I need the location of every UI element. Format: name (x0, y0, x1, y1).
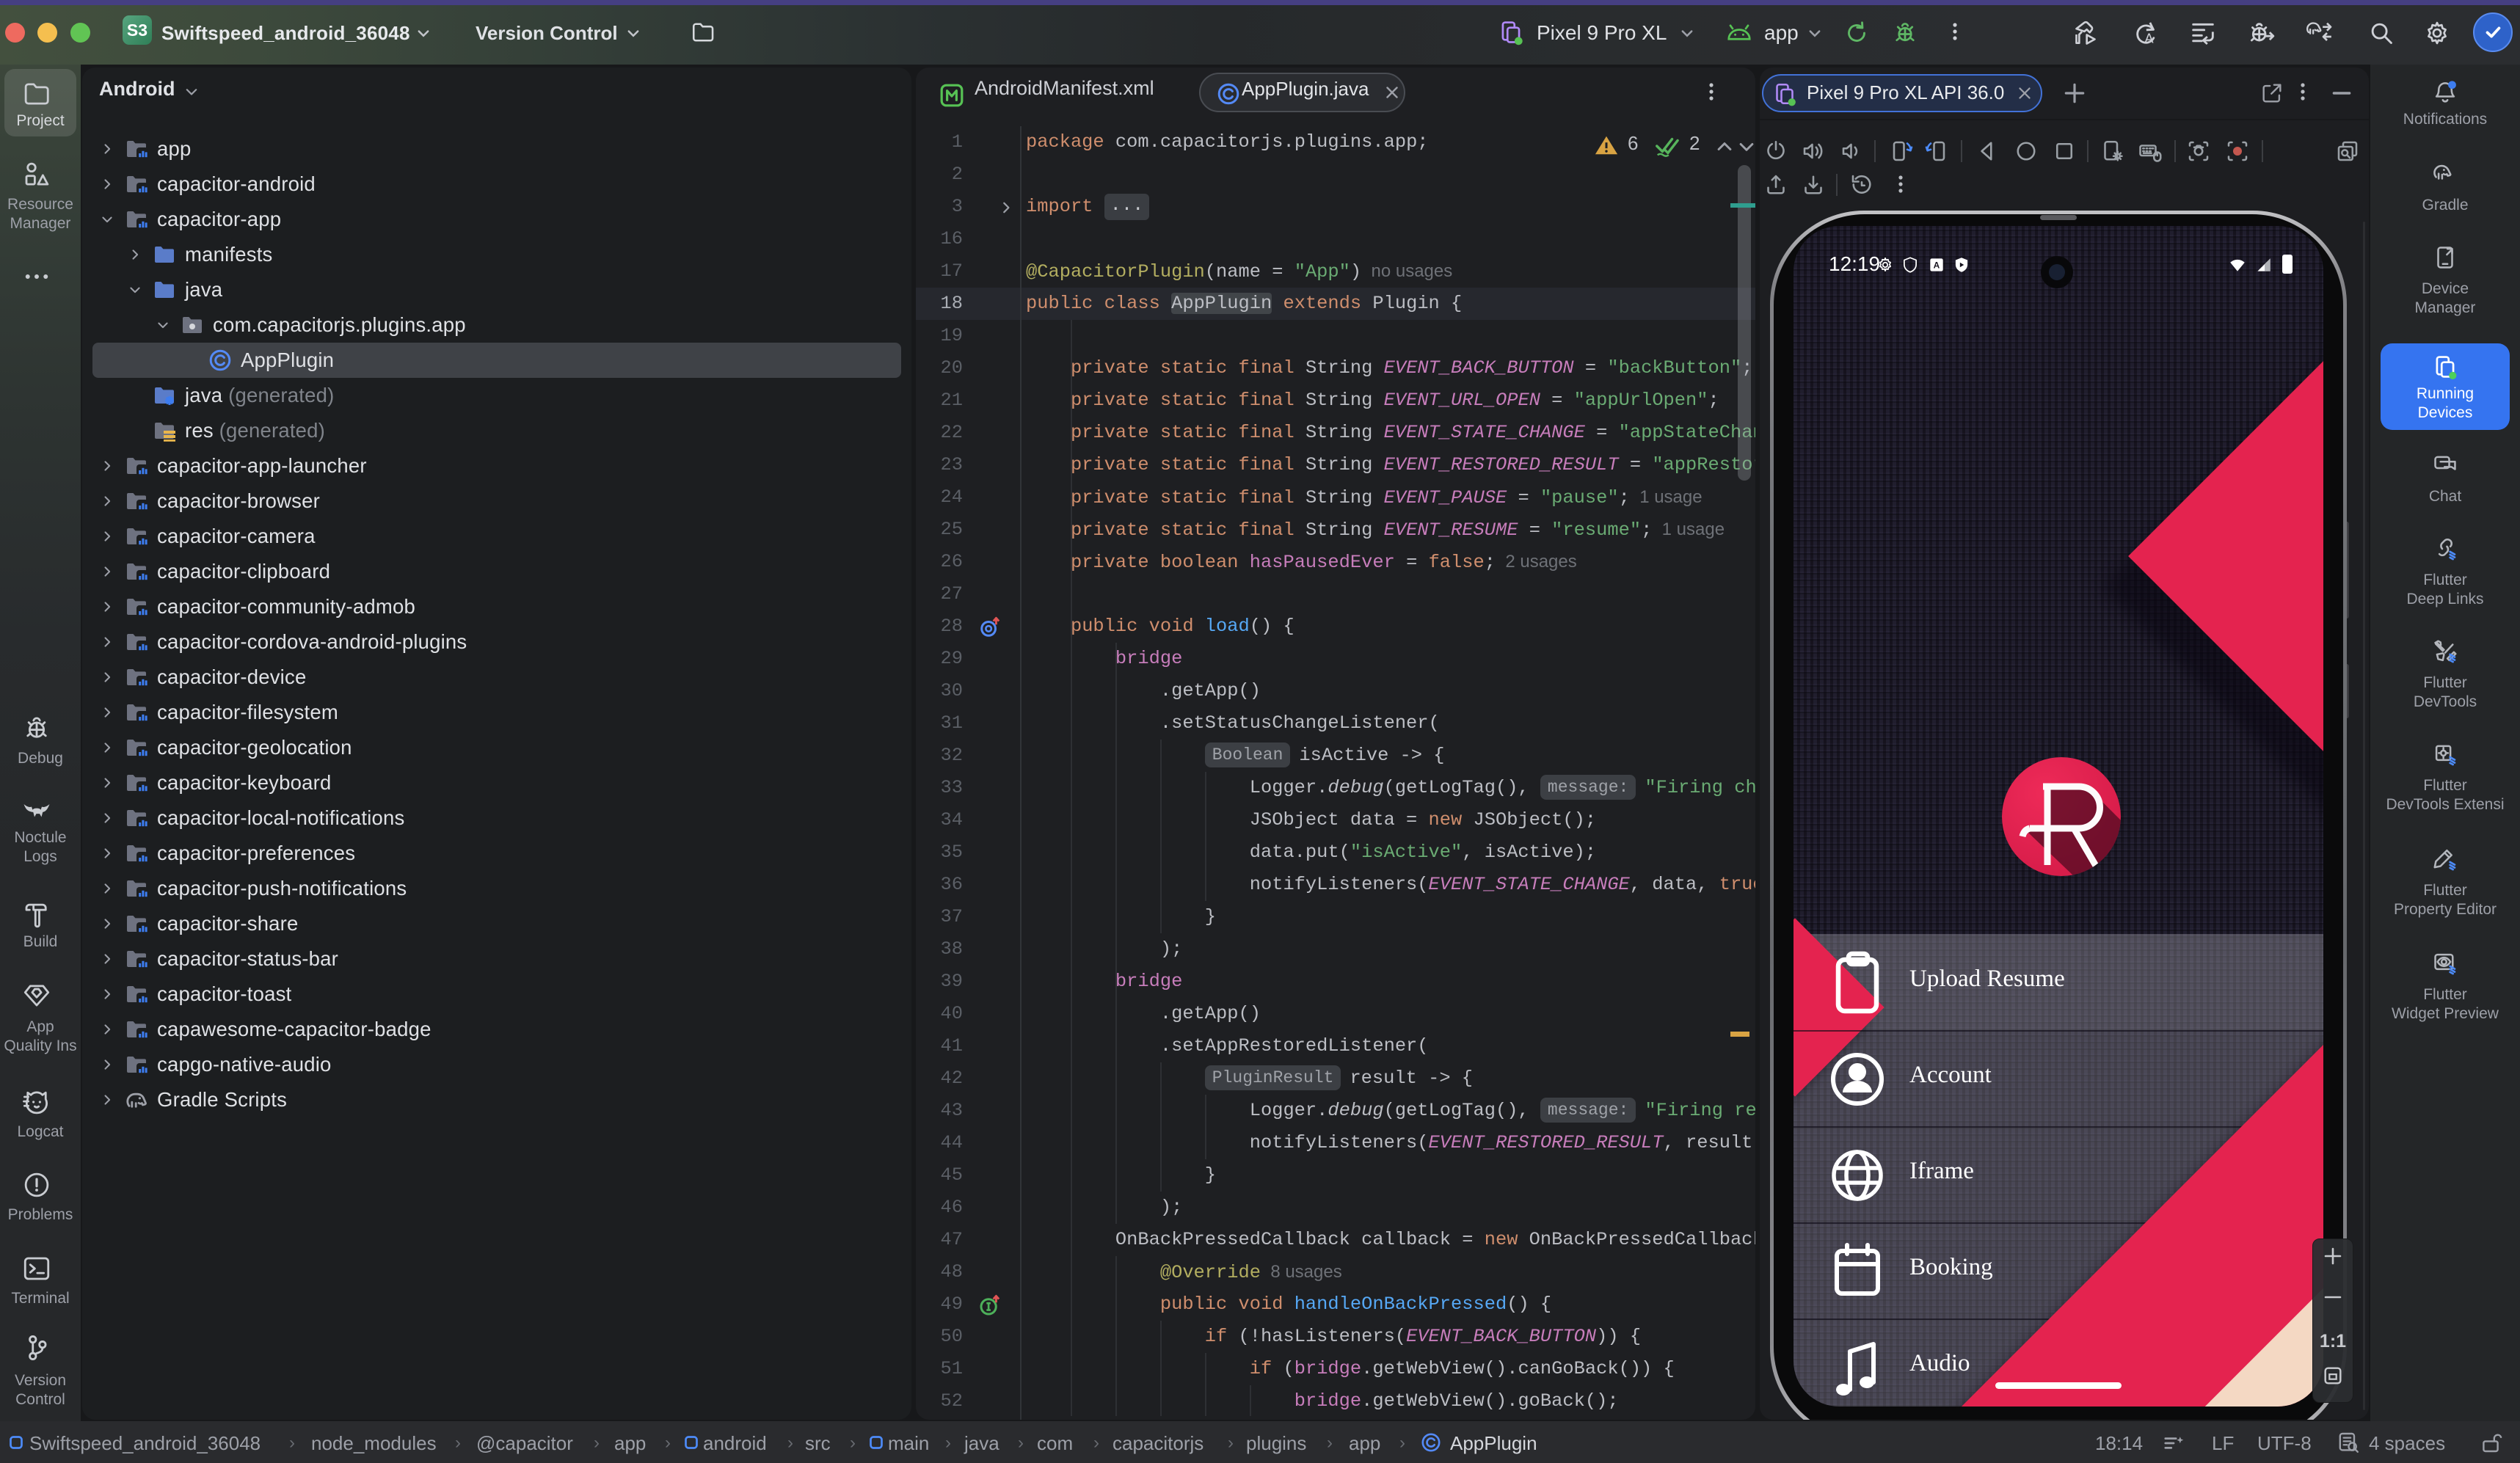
svg-text:A: A (2144, 30, 2154, 45)
svg-text:A: A (1934, 260, 1940, 270)
